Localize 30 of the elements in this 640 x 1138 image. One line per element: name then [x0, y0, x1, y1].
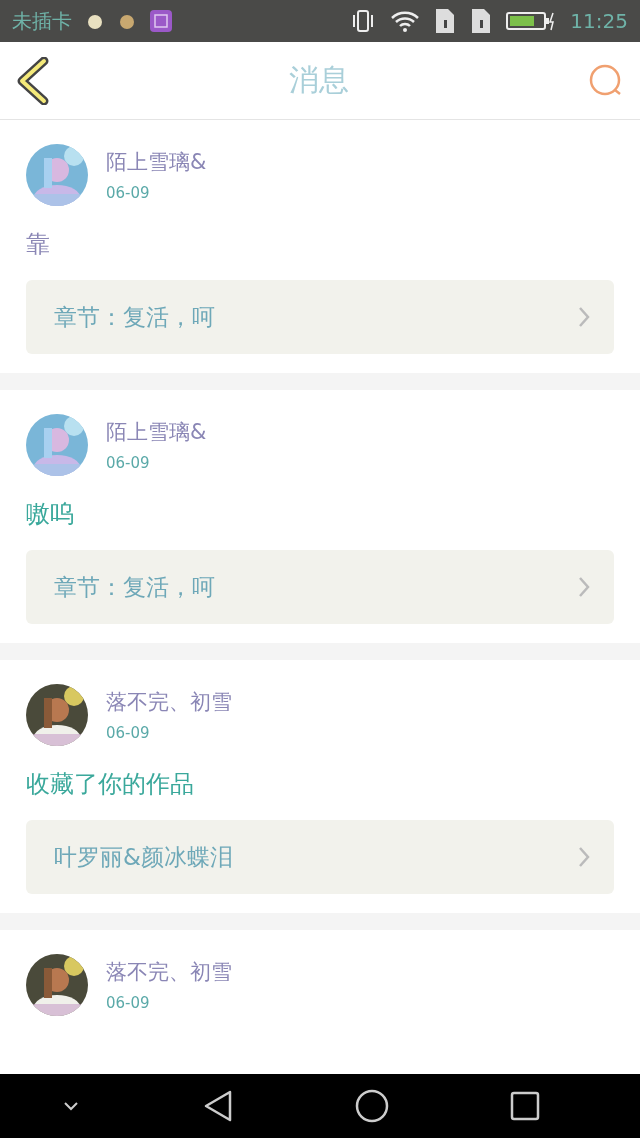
page-title: 消息	[289, 61, 349, 99]
work-link[interactable]: 章节：复活，呵	[26, 280, 614, 354]
chevron-icon	[578, 306, 590, 328]
user-name: 陌上雪璃&	[106, 419, 207, 446]
carrier-label: 未插卡	[12, 7, 72, 35]
notification-icon	[118, 12, 136, 30]
clock: 11:25	[570, 9, 628, 33]
image-icon	[150, 10, 172, 32]
notification-icon	[86, 12, 104, 30]
message-date: 06-09	[106, 994, 151, 1012]
message-text: 靠	[26, 229, 51, 260]
chevron-icon	[578, 576, 590, 598]
user-name: 落不完、初雪	[106, 959, 232, 986]
work-link[interactable]: 叶罗丽&颜冰蝶泪	[26, 820, 614, 894]
user-name: 陌上雪璃&	[106, 149, 207, 176]
message-date: 06-09	[106, 184, 151, 202]
message-text: 收藏了你的作品	[26, 769, 195, 800]
sim-icon	[434, 8, 457, 34]
sim-icon	[470, 8, 493, 34]
work-link[interactable]: 章节：复活，呵	[26, 550, 614, 624]
chevron-icon	[578, 846, 590, 868]
wifi-icon	[390, 9, 421, 33]
battery-icon	[506, 11, 557, 31]
message-date: 06-09	[106, 454, 151, 472]
user-name: 落不完、初雪	[106, 689, 232, 716]
recents-icon[interactable]	[509, 1091, 540, 1121]
home-icon[interactable]	[354, 1089, 389, 1123]
message-text: 嗷呜	[26, 499, 75, 530]
back-icon[interactable]	[16, 56, 50, 105]
message-date: 06-09	[106, 724, 151, 742]
